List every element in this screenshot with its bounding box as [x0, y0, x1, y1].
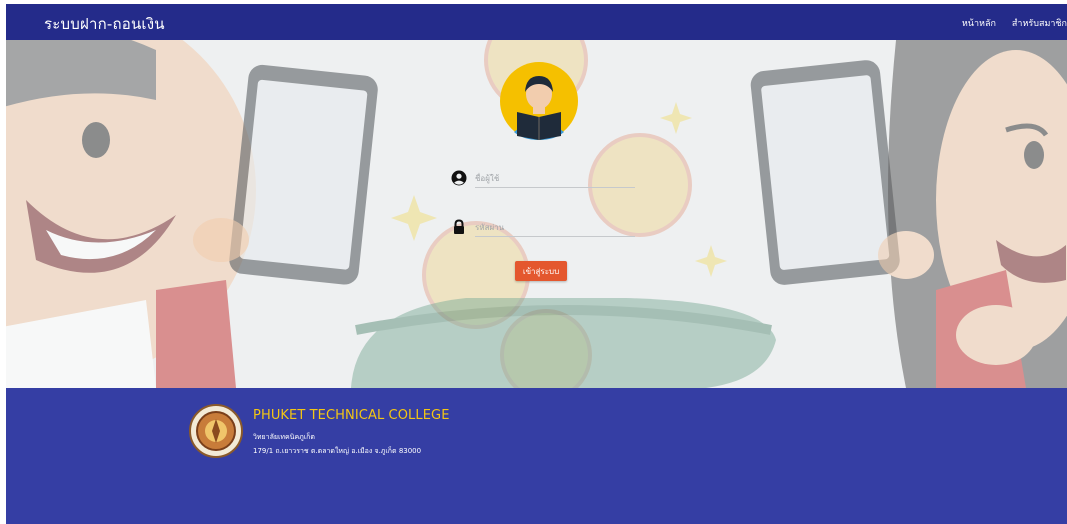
top-navbar: ระบบฝาก-ถอนเงิน หน้าหลัก สำหรับสมาชิก: [6, 4, 1067, 40]
username-input[interactable]: [475, 170, 635, 188]
nav-link-home[interactable]: หน้าหลัก: [962, 16, 996, 30]
footer: PHUKET TECHNICAL COLLEGE วิทยาลัยเทคนิคภ…: [6, 388, 1067, 524]
user-circle-icon: [451, 170, 467, 186]
lock-icon: [451, 219, 467, 235]
nav-links: หน้าหลัก สำหรับสมาชิก: [962, 16, 1067, 30]
college-name-en: PHUKET TECHNICAL COLLEGE: [253, 408, 450, 423]
login-form: เข้าสู่ระบบ: [6, 40, 1067, 388]
password-field-group: [451, 219, 641, 239]
student-avatar-icon: [500, 62, 578, 140]
hero-section: เข้าสู่ระบบ: [6, 40, 1067, 388]
username-field-group: [451, 170, 641, 190]
college-seal-logo: [189, 404, 243, 458]
password-input[interactable]: [475, 219, 635, 237]
brand-link[interactable]: ระบบฝาก-ถอนเงิน: [44, 12, 165, 36]
login-button[interactable]: เข้าสู่ระบบ: [515, 261, 567, 281]
nav-link-member[interactable]: สำหรับสมาชิก: [1012, 16, 1067, 30]
college-address: 179/1 ถ.เยาวราช ต.ตลาดใหญ่ อ.เมือง จ.ภูเ…: [253, 447, 422, 455]
college-name-th: วิทยาลัยเทคนิคภูเก็ต: [253, 433, 315, 441]
